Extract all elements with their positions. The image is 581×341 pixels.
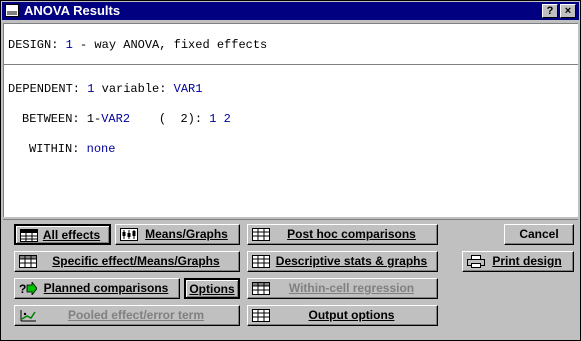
between-variable: VAR2: [101, 112, 131, 126]
specific-effect-button[interactable]: Specific effect/Means/Graphs: [14, 251, 240, 272]
cancel-button[interactable]: Cancel: [504, 224, 574, 245]
means-graphs-button[interactable]: Means/Graphs: [115, 224, 240, 245]
table-icon: [20, 229, 38, 242]
means-graphs-label: Means/Graphs: [145, 227, 228, 241]
print-design-button[interactable]: Print design: [462, 251, 574, 272]
pooled-effect-label: Pooled effect/error term: [67, 308, 205, 322]
planned-comparisons-label: Planned comparisons: [43, 281, 169, 295]
post-hoc-label: Post hoc comparisons: [287, 227, 416, 241]
dependent-text: variable:: [101, 82, 167, 96]
question-arrow-icon: ?: [19, 282, 37, 295]
print-design-label: Print design: [492, 254, 562, 268]
printer-icon: [467, 255, 485, 268]
dependent-label: DEPENDENT:: [8, 82, 81, 96]
design-line: DESIGN: 1 - way ANOVA, fixed effects: [8, 38, 267, 52]
planned-comparisons-button[interactable]: ? Planned comparisons: [14, 278, 180, 299]
grid-icon: [252, 282, 270, 295]
spreadsheet-icon: [252, 309, 270, 322]
anova-results-dialog: ANOVA Results ? × DESIGN: 1 - way ANOVA,…: [0, 0, 581, 341]
window-title: ANOVA Results: [24, 3, 121, 18]
between-label: BETWEEN:: [22, 112, 80, 126]
design-description: - way ANOVA, fixed effects: [80, 38, 268, 52]
dependent-count: 1: [87, 82, 95, 96]
descriptive-stats-button[interactable]: Descriptive stats & graphs: [247, 251, 438, 272]
spreadsheet-icon: [252, 255, 270, 268]
descriptive-stats-label: Descriptive stats & graphs: [275, 254, 428, 268]
between-values: 1 2: [209, 112, 231, 126]
output-options-label: Output options: [308, 308, 395, 322]
between-levels: 2):: [180, 112, 203, 126]
output-options-button[interactable]: Output options: [247, 305, 438, 326]
button-area-divider: [3, 219, 578, 220]
means-plot-icon: [120, 228, 138, 241]
between-line: BETWEEN: 1-VAR2 ( 2): 1 2: [22, 112, 231, 126]
post-hoc-button[interactable]: Post hoc comparisons: [247, 224, 438, 245]
within-label: WITHIN:: [29, 142, 80, 156]
svg-text:?: ?: [19, 282, 26, 295]
help-button[interactable]: ?: [542, 4, 558, 18]
options-label: Options: [189, 282, 235, 296]
within-cell-regression-button[interactable]: Within-cell regression: [247, 278, 438, 299]
spreadsheet-icon: [252, 228, 270, 241]
design-label: DESIGN:: [8, 38, 59, 52]
all-effects-button[interactable]: All effects: [14, 224, 111, 245]
dependent-line: DEPENDENT: 1 variable: VAR1: [8, 82, 202, 96]
specific-effect-label: Specific effect/Means/Graphs: [52, 254, 220, 268]
cancel-label: Cancel: [519, 227, 559, 241]
within-value: none: [86, 142, 116, 156]
close-button[interactable]: ×: [560, 4, 576, 18]
between-prefix: 1-: [86, 112, 102, 126]
pooled-effect-button[interactable]: Pooled effect/error term: [14, 305, 240, 326]
title-bar[interactable]: ANOVA Results ? ×: [2, 2, 579, 20]
all-effects-label: All effects: [42, 228, 101, 242]
within-line: WITHIN: none: [29, 142, 115, 156]
grid-icon: [19, 255, 37, 268]
between-paren: (: [158, 112, 167, 126]
results-summary-panel: DESIGN: 1 - way ANOVA, fixed effects DEP…: [3, 23, 578, 217]
design-way-count: 1: [65, 38, 73, 52]
dependent-variable: VAR1: [173, 82, 203, 96]
window-menu-icon[interactable]: [5, 4, 19, 17]
within-cell-regression-label: Within-cell regression: [288, 281, 415, 295]
panel-divider: [4, 64, 578, 65]
regression-icon: [20, 310, 36, 322]
options-button[interactable]: Options: [184, 278, 240, 299]
